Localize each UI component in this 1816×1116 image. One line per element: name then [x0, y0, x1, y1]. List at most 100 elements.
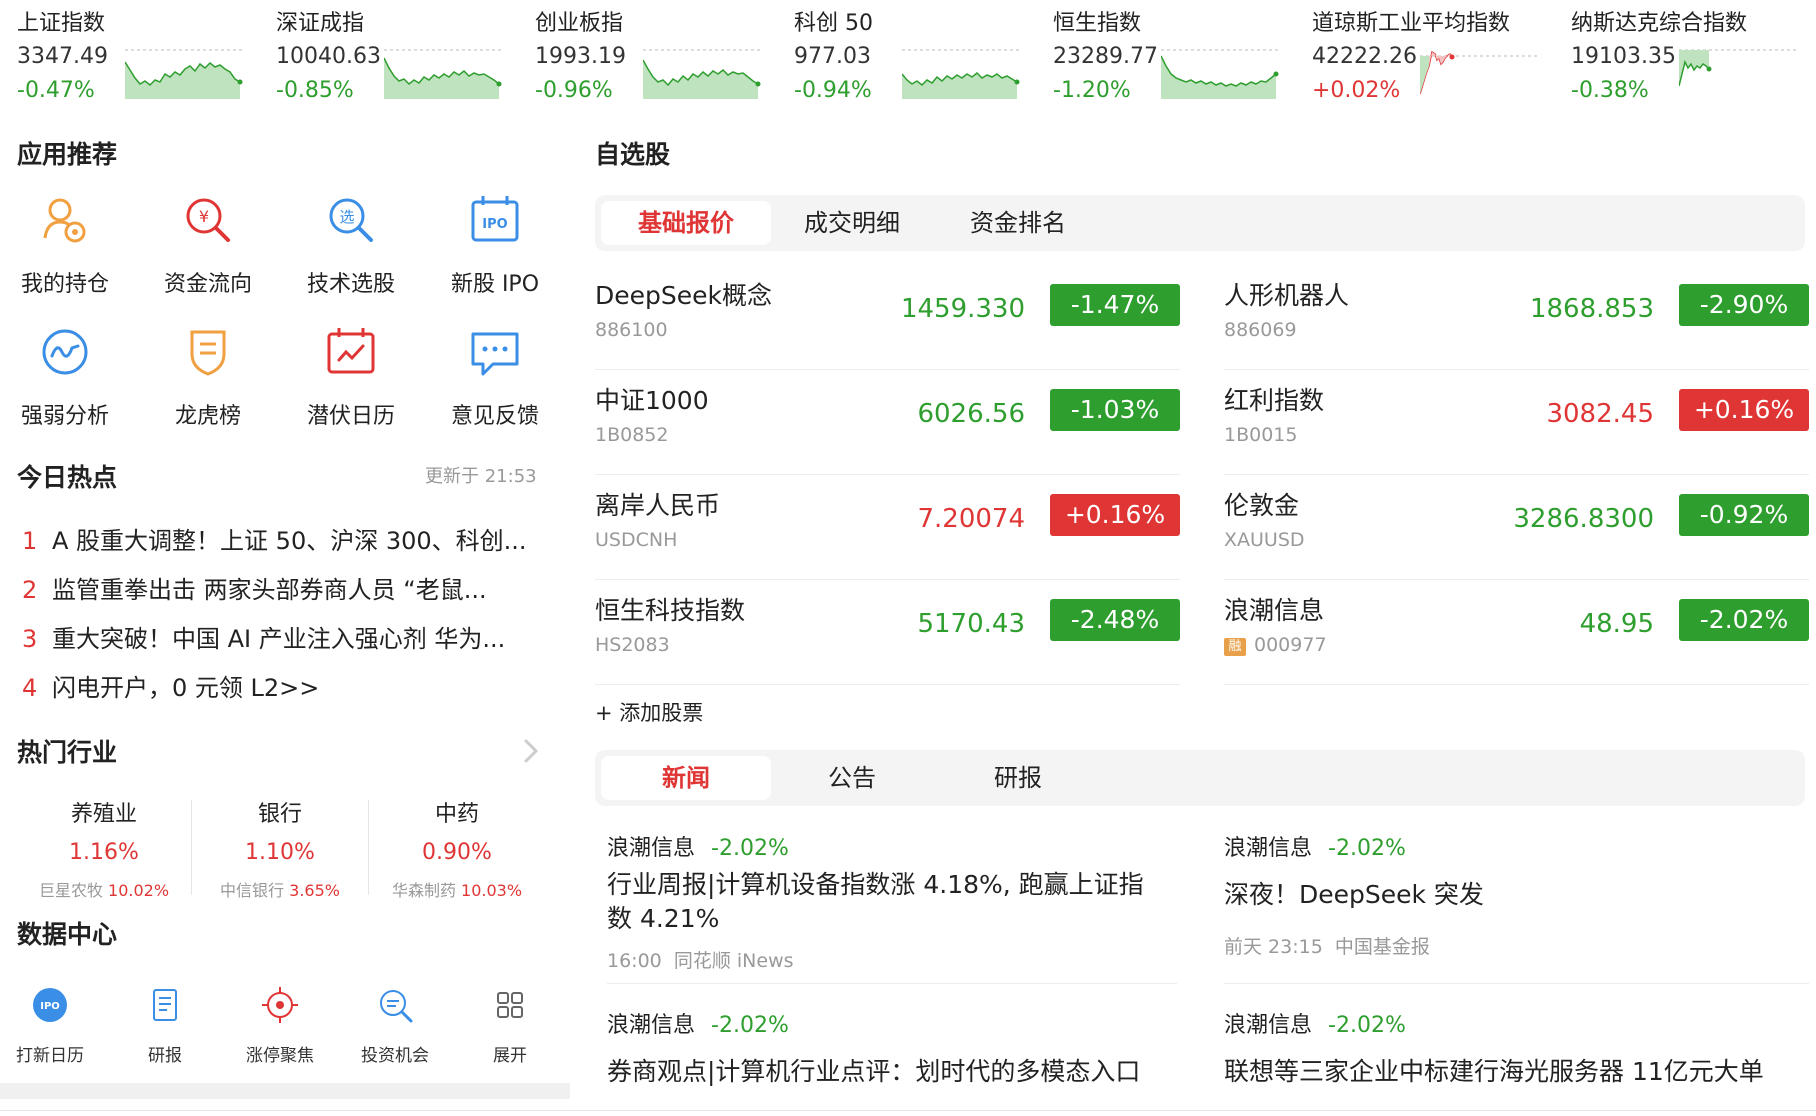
- tab-announcements[interactable]: 公告: [767, 756, 937, 800]
- news-item[interactable]: 浪潮信息 -2.02% 联想等三家企业中标建行海光服务器 11亿元大单: [1224, 1007, 1814, 1089]
- app-feedback[interactable]: 意见反馈: [430, 322, 560, 442]
- stock-price: 5170.43: [917, 609, 1025, 639]
- app-calendar[interactable]: 潜伏日历: [286, 322, 416, 442]
- stock-price: 3082.45: [1546, 399, 1654, 429]
- hot-rank: 2: [22, 576, 38, 604]
- data-item-limit-up[interactable]: 涨停聚焦: [225, 985, 335, 1066]
- index-name: 深证成指: [276, 11, 365, 36]
- add-stock-button[interactable]: + 添加股票: [595, 697, 703, 727]
- sparkline: [1679, 49, 1799, 87]
- index-card-shanghai[interactable]: 上证指数 3347.49 -0.47%: [0, 0, 259, 110]
- news-item[interactable]: 浪潮信息 -2.02% 行业周报|计算机设备指数涨 4.18%, 跑赢上证指数 4…: [607, 830, 1167, 973]
- hot-item[interactable]: 2 监管重拳出击 两家头部券商人员 “老鼠...: [22, 570, 542, 612]
- tab-basic-quote[interactable]: 基础报价: [601, 201, 771, 245]
- app-dragon-tiger[interactable]: 龙虎榜: [143, 322, 273, 442]
- data-label: 打新日历: [16, 1046, 84, 1066]
- watchlist-title: 自选股: [595, 140, 671, 169]
- stock-row[interactable]: 伦敦金 XAUUSD 3286.8300 -0.92%: [1224, 476, 1809, 580]
- stock-code: 1B0015: [1224, 424, 1298, 446]
- app-strength-analysis[interactable]: 强弱分析: [0, 322, 130, 442]
- stock-price: 3286.8300: [1513, 504, 1654, 534]
- data-label: 投资机会: [361, 1046, 429, 1066]
- stock-row[interactable]: DeepSeek概念 886100 1459.330 -1.47%: [595, 266, 1180, 370]
- watchlist-tabbar: 基础报价 成交明细 资金排名: [595, 195, 1805, 251]
- stock-code: 886100: [595, 319, 668, 341]
- index-change: -0.38%: [1571, 78, 1649, 103]
- hot-item[interactable]: 4 闪电开户，0 元领 L2>>: [22, 668, 542, 710]
- data-item-expand[interactable]: 展开: [455, 985, 565, 1066]
- hot-text: 监管重拳出击 两家头部券商人员 “老鼠...: [52, 576, 487, 604]
- stock-row[interactable]: 红利指数 1B0015 3082.45 +0.16%: [1224, 371, 1809, 475]
- stock-row[interactable]: 恒生科技指数 HS2083 5170.43 -2.48%: [595, 581, 1180, 685]
- index-name: 上证指数: [17, 11, 106, 36]
- tab-trade-details[interactable]: 成交明细: [767, 201, 937, 245]
- stock-name: 红利指数: [1224, 386, 1325, 415]
- news-stock-change: -2.02%: [1328, 836, 1406, 861]
- industry-card[interactable]: 中药 0.90% 华森制药 10.03%: [377, 796, 537, 901]
- app-ipo[interactable]: IPO 新股 IPO: [430, 190, 560, 310]
- index-change: -1.20%: [1053, 78, 1131, 103]
- app-label: 龙虎榜: [174, 404, 241, 429]
- index-change: -0.47%: [17, 78, 95, 103]
- stock-code: 1B0852: [595, 424, 669, 446]
- news-stock-change: -2.02%: [711, 836, 789, 861]
- hot-title: 今日热点: [17, 463, 118, 492]
- data-item-opportunity[interactable]: 投资机会: [340, 985, 450, 1066]
- industry-card[interactable]: 养殖业 1.16% 巨星农牧 10.02%: [24, 796, 184, 901]
- data-item-report[interactable]: 研报: [110, 985, 220, 1066]
- industry-leader: 巨星农牧 10.02%: [24, 877, 184, 901]
- apps-title: 应用推荐: [17, 140, 118, 169]
- ipo-calendar-icon: IPO: [33, 988, 67, 1022]
- grid-icon: [497, 992, 523, 1018]
- hot-text: 闪电开户，0 元领 L2>>: [52, 674, 320, 702]
- sparkline: [125, 49, 245, 99]
- index-change: -0.96%: [535, 78, 613, 103]
- app-fund-flow[interactable]: ¥ 资金流向: [143, 190, 273, 310]
- stock-row[interactable]: 人形机器人 886069 1868.853 -2.90%: [1224, 266, 1809, 370]
- tab-fund-ranking[interactable]: 资金排名: [933, 201, 1103, 245]
- tab-research[interactable]: 研报: [933, 756, 1103, 800]
- index-value: 3347.49: [17, 44, 108, 69]
- hot-item[interactable]: 1 A 股重大调整！上证 50、沪深 300、科创...: [22, 521, 542, 563]
- index-card-chinext[interactable]: 创业板指 1993.19 -0.96%: [518, 0, 777, 110]
- news-tag: 浪潮信息 -2.02%: [1224, 830, 1784, 862]
- app-label: 强弱分析: [20, 404, 109, 429]
- stock-name: 人形机器人: [1224, 281, 1350, 310]
- data-item-ipo-calendar[interactable]: IPO 打新日历: [0, 985, 105, 1066]
- stock-price: 48.95: [1579, 609, 1654, 639]
- tab-news[interactable]: 新闻: [601, 756, 771, 800]
- news-title: 券商观点|计算机行业点评：划时代的多模态入口: [607, 1057, 1141, 1086]
- chevron-right-icon[interactable]: [522, 737, 540, 765]
- index-card-shenzhen[interactable]: 深证成指 10040.63 -0.85%: [259, 0, 518, 110]
- news-item[interactable]: 浪潮信息 -2.02% 深夜！DeepSeek 突发 前天 23:15 中国基金报: [1224, 830, 1784, 959]
- stock-row[interactable]: 离岸人民币 USDCNH 7.20074 +0.16%: [595, 476, 1180, 580]
- industry-card[interactable]: 银行 1.10% 中信银行 3.65%: [200, 796, 360, 901]
- news-title: 深夜！DeepSeek 突发: [1224, 880, 1484, 909]
- index-name: 恒生指数: [1053, 11, 1142, 36]
- opportunity-icon: [380, 990, 413, 1023]
- index-card-dowjones[interactable]: 道琼斯工业平均指数 42222.26 +0.02%: [1295, 0, 1554, 110]
- news-title: 行业周报|计算机设备指数涨 4.18%, 跑赢上证指数 4.21%: [607, 870, 1144, 933]
- leader-name: 华森制药: [391, 881, 456, 900]
- app-label: 技术选股: [306, 272, 395, 297]
- index-card-hangseng[interactable]: 恒生指数 23289.77 -1.20%: [1036, 0, 1295, 110]
- index-card-star50[interactable]: 科创 50 977.03 -0.94%: [777, 0, 1036, 110]
- ipo-icon: IPO: [471, 196, 519, 242]
- stock-row[interactable]: 中证1000 1B0852 6026.56 -1.03%: [595, 371, 1180, 475]
- feedback-icon: [471, 332, 519, 376]
- industry-change: 1.16%: [69, 840, 139, 865]
- index-change: -0.85%: [276, 78, 354, 103]
- news-source: 中国基金报: [1334, 936, 1430, 958]
- index-strip: 上证指数 3347.49 -0.47% 深证成指 10040.63 -0.85%…: [0, 0, 1816, 115]
- industry-name: 中药: [434, 802, 479, 827]
- margin-trading-badge: 融: [1224, 638, 1246, 656]
- app-stock-picker[interactable]: 选 技术选股: [286, 190, 416, 310]
- stock-change-badge: -1.47%: [1050, 284, 1180, 326]
- strength-analysis-icon: [42, 329, 88, 375]
- news-item[interactable]: 浪潮信息 -2.02% 券商观点|计算机行业点评：划时代的多模态入口: [607, 1007, 1167, 1089]
- hot-item[interactable]: 3 重大突破！中国 AI 产业注入强心剂 华为...: [22, 619, 542, 661]
- stock-row[interactable]: 浪潮信息 融 000977 48.95 -2.02%: [1224, 581, 1809, 685]
- index-card-nasdaq[interactable]: 纳斯达克综合指数 19103.35 -0.38%: [1554, 0, 1813, 110]
- app-my-position[interactable]: 我的持仓: [0, 190, 130, 310]
- index-change: -0.94%: [794, 78, 872, 103]
